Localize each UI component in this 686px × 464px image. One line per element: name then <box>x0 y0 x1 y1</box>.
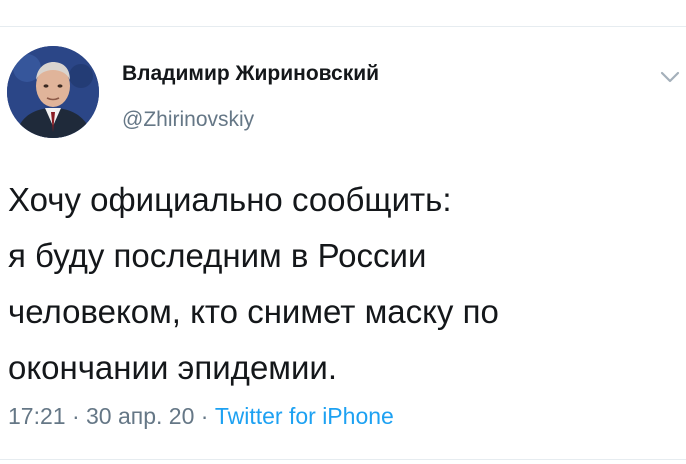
author-handle[interactable]: @Zhirinovskiy <box>122 108 254 132</box>
tweet-text-line: Хочу официально сообщить: <box>8 181 452 218</box>
avatar-image <box>7 46 99 138</box>
tweet-text-line: я буду последним в России <box>8 237 427 274</box>
chevron-down-icon[interactable] <box>660 70 680 84</box>
tweet-date[interactable]: 30 апр. 20 <box>86 403 194 429</box>
tweet-meta: 17:21 · 30 апр. 20 · Twitter for iPhone <box>8 403 394 430</box>
tweet-text: Хочу официально сообщить: я буду последн… <box>8 172 683 396</box>
tweet-page: Владимир Жириновский @Zhirinovskiy Хочу … <box>0 0 686 464</box>
meta-separator: · <box>65 403 87 429</box>
author-display-name[interactable]: Владимир Жириновский <box>122 62 379 86</box>
tweet-text-line: человеком, кто снимет маску по <box>8 293 499 330</box>
tweet-source-link[interactable]: Twitter for iPhone <box>215 403 394 429</box>
meta-separator: · <box>194 403 215 429</box>
tweet-time[interactable]: 17:21 <box>8 403 66 429</box>
top-divider <box>0 26 686 27</box>
bottom-divider <box>0 459 686 460</box>
avatar[interactable] <box>7 46 99 138</box>
tweet-text-line: окончании эпидемии. <box>8 349 338 386</box>
